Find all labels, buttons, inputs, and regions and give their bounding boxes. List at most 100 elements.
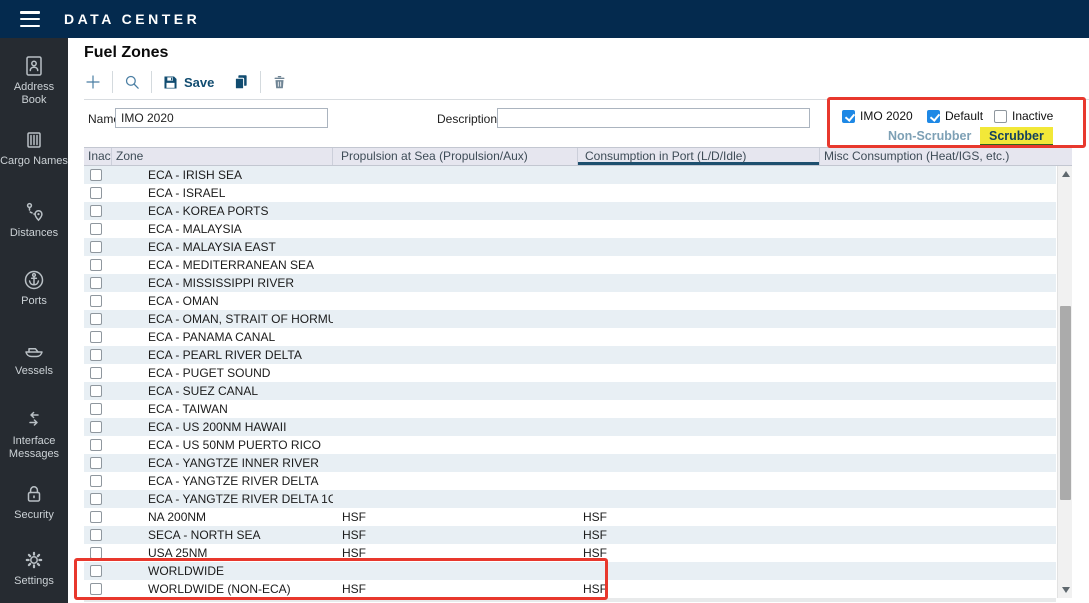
row-inactive-checkbox[interactable]	[90, 295, 102, 307]
row-inactive-checkbox[interactable]	[90, 439, 102, 451]
tab-non-scrubber[interactable]: Non-Scrubber	[888, 129, 971, 143]
table-row[interactable]: ECA - YANGTZE RIVER DELTA 1OCT	[84, 490, 1056, 508]
row-inactive-checkbox[interactable]	[90, 367, 102, 379]
table-row[interactable]: ECA - PEARL RIVER DELTA	[84, 346, 1056, 364]
consumption-cell	[578, 418, 820, 436]
scrollbar-thumb[interactable]	[1060, 306, 1071, 500]
scroll-down-button[interactable]	[1058, 582, 1073, 598]
sidebar-item-cargo-names[interactable]: Cargo Names	[0, 128, 68, 168]
toolbar-separator	[151, 71, 152, 93]
table-row[interactable]: WORLDWIDE	[84, 562, 1056, 580]
vertical-scrollbar[interactable]	[1057, 166, 1072, 598]
table-row[interactable]: ECA - MALAYSIA EAST	[84, 238, 1056, 256]
sidebar-item-ports[interactable]: Ports	[0, 268, 68, 308]
propulsion-cell: HSF	[333, 526, 578, 544]
row-inactive-checkbox[interactable]	[90, 583, 102, 595]
name-input[interactable]	[115, 108, 328, 128]
table-row[interactable]: ECA - US 50NM PUERTO RICO	[84, 436, 1056, 454]
row-inactive-checkbox[interactable]	[90, 187, 102, 199]
horizontal-scrollbar[interactable]	[84, 598, 1056, 602]
table-row[interactable]: USA 25NM HSF HSF	[84, 544, 1056, 562]
consumption-cell	[578, 490, 820, 508]
table-row[interactable]: SECA - NORTH SEA HSF HSF	[84, 526, 1056, 544]
table-row[interactable]: WORLDWIDE (NON-ECA) HSF HSF	[84, 580, 1056, 598]
table-row[interactable]: ECA - MISSISSIPPI RIVER	[84, 274, 1056, 292]
zone-cell: ECA - ISRAEL	[112, 184, 333, 202]
row-inactive-checkbox[interactable]	[90, 331, 102, 343]
consumption-cell	[578, 310, 820, 328]
table-row[interactable]: ECA - US 200NM HAWAII	[84, 418, 1056, 436]
row-inactive-checkbox[interactable]	[90, 223, 102, 235]
fuel-type-options: IMO 2020 Default Inactive Non-Scrubber S…	[830, 99, 1086, 148]
table-row[interactable]: ECA - IRISH SEA	[84, 166, 1056, 184]
table-row[interactable]: ECA - OMAN	[84, 292, 1056, 310]
checkbox-icon	[927, 110, 940, 123]
row-inactive-checkbox[interactable]	[90, 547, 102, 559]
table-row[interactable]: ECA - OMAN, STRAIT OF HORMUZ	[84, 310, 1056, 328]
add-button[interactable]	[84, 73, 102, 91]
sidebar-item-address-book[interactable]: Address Book	[0, 54, 68, 107]
save-button[interactable]: Save	[162, 74, 214, 91]
consumption-cell	[578, 364, 820, 382]
table-row[interactable]: ECA - YANGTZE INNER RIVER	[84, 454, 1056, 472]
table-row[interactable]: ECA - YANGTZE RIVER DELTA	[84, 472, 1056, 490]
sidebar-item-security[interactable]: Security	[0, 482, 68, 522]
table-row[interactable]: ECA - PANAMA CANAL	[84, 328, 1056, 346]
table-row[interactable]: ECA - KOREA PORTS	[84, 202, 1056, 220]
row-inactive-checkbox[interactable]	[90, 457, 102, 469]
ports-icon	[0, 268, 68, 292]
column-header-consumption[interactable]: Consumption in Port (L/D/Idle)	[578, 148, 820, 165]
copy-button[interactable]	[232, 73, 250, 91]
row-inactive-checkbox[interactable]	[90, 421, 102, 433]
misc-cell	[820, 580, 1056, 598]
propulsion-cell	[333, 400, 578, 418]
row-inactive-checkbox[interactable]	[90, 385, 102, 397]
misc-cell	[820, 562, 1056, 580]
row-inactive-checkbox[interactable]	[90, 493, 102, 505]
table-row[interactable]: ECA - ISRAEL	[84, 184, 1056, 202]
row-inactive-checkbox[interactable]	[90, 259, 102, 271]
column-header-inactive[interactable]: Inactive	[84, 148, 112, 165]
table-row[interactable]: ECA - TAIWAN	[84, 400, 1056, 418]
imo-2020-checkbox[interactable]: IMO 2020	[842, 109, 913, 123]
row-inactive-checkbox[interactable]	[90, 205, 102, 217]
row-inactive-checkbox[interactable]	[90, 277, 102, 289]
column-header-misc[interactable]: Misc Consumption (Heat/IGS, etc.)	[820, 148, 1072, 165]
row-inactive-checkbox[interactable]	[90, 349, 102, 361]
table-row[interactable]: ECA - MALAYSIA	[84, 220, 1056, 238]
column-header-zone[interactable]: Zone	[112, 148, 333, 165]
table-row[interactable]: ECA - MEDITERRANEAN SEA	[84, 256, 1056, 274]
search-button[interactable]	[123, 73, 141, 91]
table-row[interactable]: ECA - PUGET SOUND	[84, 364, 1056, 382]
sidebar-item-vessels[interactable]: Vessels	[0, 338, 68, 378]
propulsion-cell	[333, 490, 578, 508]
scroll-up-button[interactable]	[1058, 166, 1073, 182]
row-inactive-checkbox[interactable]	[90, 403, 102, 415]
sidebar-item-interface-messages[interactable]: Interface Messages	[0, 408, 68, 461]
sidebar-item-distances[interactable]: Distances	[0, 200, 68, 240]
propulsion-cell	[333, 346, 578, 364]
row-inactive-checkbox[interactable]	[90, 169, 102, 181]
row-inactive-checkbox[interactable]	[90, 241, 102, 253]
row-inactive-checkbox[interactable]	[90, 565, 102, 577]
row-inactive-checkbox[interactable]	[90, 475, 102, 487]
sidebar-item-settings[interactable]: Settings	[0, 548, 68, 588]
table-row[interactable]: NA 200NM HSF HSF	[84, 508, 1056, 526]
zone-cell: ECA - YANGTZE RIVER DELTA	[112, 472, 333, 490]
inactive-checkbox[interactable]: Inactive	[994, 109, 1053, 123]
tab-scrubber[interactable]: Scrubber	[980, 127, 1053, 147]
propulsion-cell	[333, 382, 578, 400]
consumption-cell: HSF	[578, 544, 820, 562]
row-inactive-checkbox[interactable]	[90, 511, 102, 523]
column-header-propulsion[interactable]: Propulsion at Sea (Propulsion/Aux)	[333, 148, 578, 165]
description-label: Description	[437, 112, 497, 126]
zone-cell: USA 25NM	[112, 544, 333, 562]
table-row[interactable]: ECA - SUEZ CANAL	[84, 382, 1056, 400]
menu-icon[interactable]	[20, 11, 40, 27]
default-checkbox[interactable]: Default	[927, 109, 983, 123]
row-inactive-checkbox[interactable]	[90, 313, 102, 325]
row-inactive-checkbox[interactable]	[90, 529, 102, 541]
consumption-cell	[578, 238, 820, 256]
description-input[interactable]	[497, 108, 810, 128]
delete-button[interactable]	[271, 74, 288, 91]
